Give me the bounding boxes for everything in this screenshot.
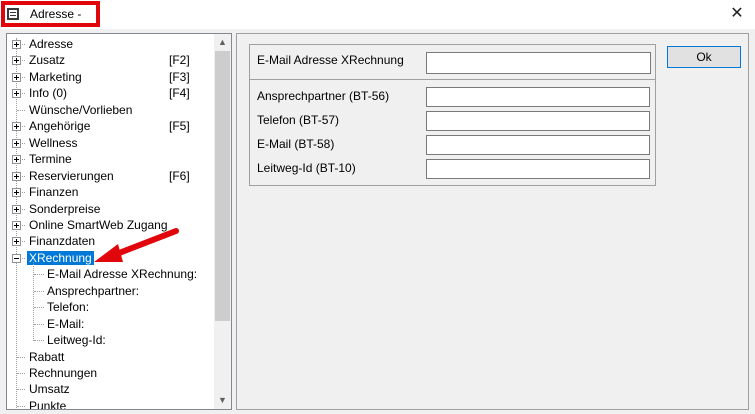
collapse-icon[interactable] [12,253,21,263]
expand-icon[interactable] [12,155,21,165]
tree-scrollbar[interactable]: ▲ ▼ [214,34,231,409]
tree-item-label[interactable]: Marketing [29,70,82,84]
tree-item-label[interactable]: Info (0) [29,86,67,100]
tree-item-label[interactable]: Wellness [29,136,77,150]
contact-person-label: Ansprechpartner (BT-56) [257,89,390,103]
tree-item-shortcut: [F2] [169,53,190,68]
tree-item-label[interactable]: Reservierungen [29,169,114,183]
expand-icon[interactable] [12,40,21,49]
scroll-down-icon[interactable]: ▼ [214,392,231,409]
expand-icon[interactable] [12,204,21,214]
tree-branch-line [17,389,25,391]
annotation-arrow-icon [94,228,179,262]
title-bar: Adresse - ✕ [0,0,755,29]
expand-icon[interactable] [12,220,21,230]
tree-item-label[interactable]: Termine [29,152,72,166]
email-label: E-Mail (BT-58) [257,137,335,151]
phone-label: Telefon (BT-57) [257,113,340,127]
close-icon[interactable]: ✕ [725,4,749,24]
tree-branch-line [17,109,25,111]
phone-input[interactable] [426,111,650,131]
scrollbar-thumb[interactable] [215,51,230,321]
tree-branch-line [17,405,25,407]
tree-item-label[interactable]: Rabatt [29,350,64,364]
tree-child-label[interactable]: Leitweg-Id: [47,333,106,347]
tree-item-shortcut: [F6] [169,168,190,183]
tree-item-label[interactable]: Angehörige [29,119,90,133]
expand-icon[interactable] [12,56,21,66]
expand-icon[interactable] [12,138,21,148]
expand-icon[interactable] [12,89,21,99]
tree-child-label[interactable]: Ansprechpartner: [47,284,139,298]
tree-item-label[interactable]: Zusatz [29,53,65,67]
tree-content: Adresse Zusatz [F2] Marketing [F3] Info (0) [F… [7,34,215,409]
tree-branch-line [34,290,44,292]
tree-branch-line [34,323,44,325]
contact-person-input[interactable] [426,87,650,107]
tree-item-label[interactable]: Finanzdaten [29,234,95,248]
tree-child-label[interactable]: E-Mail: [47,317,84,331]
tree-branch-line [34,274,44,276]
email-input[interactable] [426,135,650,155]
title-highlight-box [1,1,100,27]
routing-id-label: Leitweg-Id (BT-10) [257,161,356,175]
tree-branch-line [34,307,44,309]
tree-item-label[interactable]: Adresse [29,37,73,51]
tree-item-label[interactable]: XRechnung [27,250,94,265]
tree-item-shortcut: [F3] [169,69,190,84]
expand-icon[interactable] [12,122,21,132]
tree-item-label[interactable]: Rechnungen [29,366,97,380]
tree-item-shortcut: [F4] [169,86,190,101]
tree-child-label[interactable]: E-Mail Adresse XRechnung: [47,267,197,281]
tree-item-label[interactable]: Punkte [29,399,66,409]
expand-icon[interactable] [12,188,21,198]
scroll-up-icon[interactable]: ▲ [214,34,231,51]
routing-id-input[interactable] [426,159,650,179]
tree-child-label[interactable]: Telefon: [47,300,89,314]
tree-item-label[interactable]: Sonderpreise [29,202,100,216]
expand-icon[interactable] [12,171,21,181]
expand-icon[interactable] [12,237,21,247]
navigation-tree[interactable]: Adresse Zusatz [F2] Marketing [F3] Info (0) [F… [6,33,232,410]
email-xrechnung-input[interactable] [426,52,651,74]
tree-item-shortcut: [F5] [169,119,190,134]
tree-branch-line [17,356,25,358]
group-divider [250,79,655,80]
tree-branch-line [17,373,25,374]
tree-item-label[interactable]: Umsatz [29,382,70,396]
tree-item-label[interactable]: Finanzen [29,185,78,199]
ok-button[interactable]: Ok [667,46,741,68]
expand-icon[interactable] [12,72,21,82]
email-xrechnung-label: E-Mail Adresse XRechnung [257,53,404,67]
tree-branch-line [34,340,44,342]
tree-item-label[interactable]: Wünsche/Vorlieben [29,103,132,117]
